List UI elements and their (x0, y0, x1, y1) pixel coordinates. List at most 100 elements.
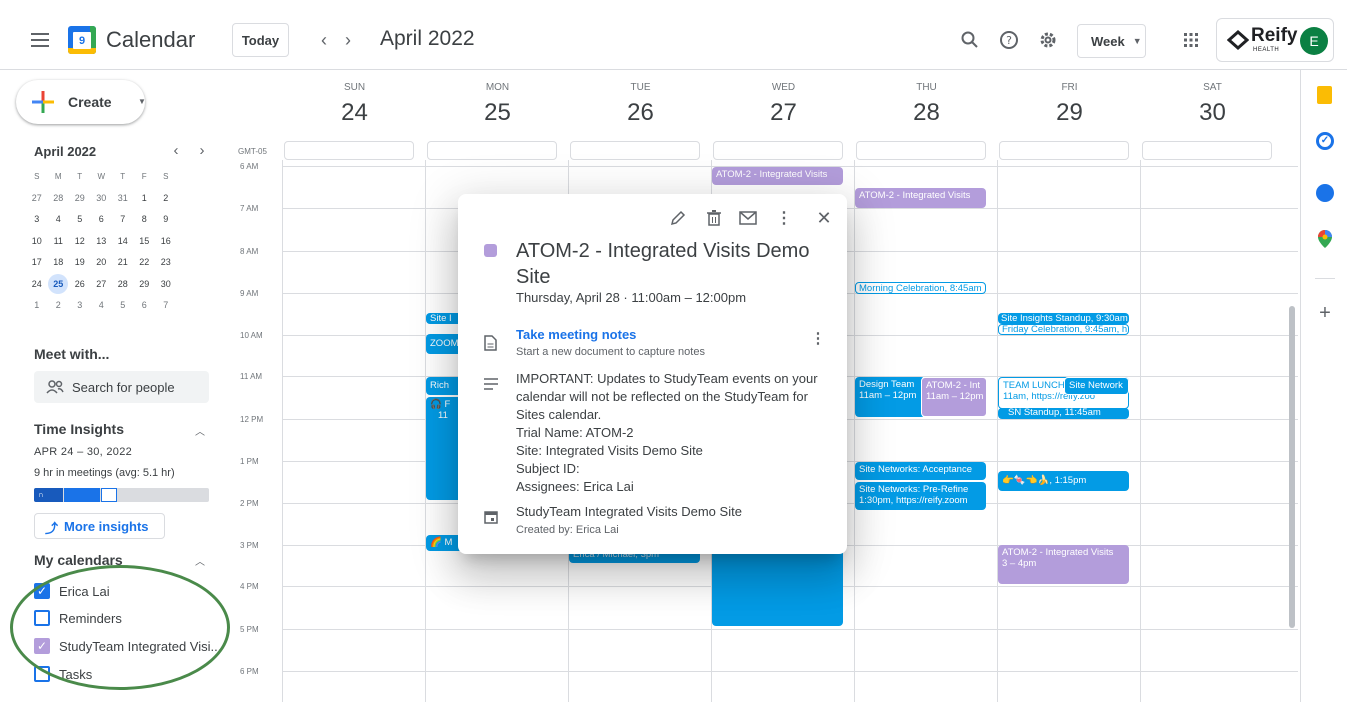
mini-day[interactable]: 9 (155, 209, 177, 231)
event-fri-emoji[interactable]: 👉🍬👈🍌, 1:15pm (998, 471, 1129, 491)
mini-day[interactable]: 11 (48, 231, 70, 253)
vertical-scrollbar[interactable] (1289, 306, 1295, 628)
create-button[interactable]: Create ▼ (16, 80, 146, 124)
mini-prev-icon[interactable]: ‹ (168, 142, 184, 159)
mini-day[interactable]: 5 (112, 295, 134, 317)
mini-day[interactable]: 18 (48, 252, 70, 274)
mini-day[interactable]: 20 (91, 252, 113, 274)
all-day-slot[interactable] (713, 141, 843, 160)
event-fri-site-network[interactable]: Site Network (1064, 377, 1129, 395)
day-header-wed[interactable]: WED 27 (712, 82, 855, 127)
mini-day[interactable]: 4 (91, 295, 113, 317)
main-menu-icon[interactable] (24, 24, 56, 56)
mini-day[interactable]: 23 (155, 252, 177, 274)
mini-day[interactable]: 1 (134, 188, 156, 210)
contacts-icon[interactable] (1316, 184, 1334, 202)
event-thu-acceptance[interactable]: Site Networks: Acceptance (855, 462, 986, 480)
all-day-slot[interactable] (427, 141, 557, 160)
event-thu-design-team[interactable]: Design Team 11am – 12pm (855, 377, 925, 417)
mini-day[interactable]: 29 (134, 274, 156, 296)
search-icon[interactable] (956, 26, 984, 54)
mini-day[interactable]: 3 (69, 295, 91, 317)
mini-day[interactable]: 14 (112, 231, 134, 253)
meeting-time-bar[interactable]: ∩ (34, 488, 209, 502)
day-header-tue[interactable]: TUE 26 (569, 82, 712, 127)
notes-more-icon[interactable]: ⋮ (806, 326, 830, 350)
more-insights-button[interactable]: ⤴ More insights (34, 513, 165, 539)
mini-next-icon[interactable]: › (194, 142, 210, 159)
mini-day[interactable]: 17 (26, 252, 48, 274)
mini-day[interactable]: 28 (112, 274, 134, 296)
account-avatar[interactable]: E (1300, 27, 1328, 55)
mini-day[interactable]: 19 (69, 252, 91, 274)
all-day-slot[interactable] (1142, 141, 1272, 160)
mini-day[interactable]: 28 (48, 188, 70, 210)
settings-gear-icon[interactable] (1034, 26, 1062, 54)
edit-pencil-icon[interactable] (664, 204, 692, 232)
day-header-fri[interactable]: FRI 29 (998, 82, 1141, 127)
mini-day[interactable]: 29 (69, 188, 91, 210)
day-header-mon[interactable]: MON 25 (426, 82, 569, 127)
mini-day[interactable]: 30 (91, 188, 113, 210)
mini-day[interactable]: 27 (26, 188, 48, 210)
mini-day[interactable]: 7 (155, 295, 177, 317)
take-notes-link[interactable]: Take meeting notes (516, 327, 636, 342)
help-icon[interactable]: ? (995, 26, 1023, 54)
close-icon[interactable]: ✕ (810, 204, 838, 232)
mini-day[interactable]: 31 (112, 188, 134, 210)
day-header-thu[interactable]: THU 28 (855, 82, 998, 127)
view-select[interactable]: Week ▼ (1077, 24, 1146, 58)
delete-trash-icon[interactable] (700, 204, 728, 232)
mini-day[interactable]: 1 (26, 295, 48, 317)
mini-day[interactable]: 7 (112, 209, 134, 231)
all-day-slot[interactable] (999, 141, 1129, 160)
keep-icon[interactable] (1317, 86, 1332, 104)
next-period-icon[interactable]: › (334, 26, 362, 54)
add-addon-icon[interactable]: + (1315, 303, 1335, 324)
mini-day[interactable]: 10 (26, 231, 48, 253)
mini-day[interactable]: 22 (134, 252, 156, 274)
mini-day[interactable]: 26 (69, 274, 91, 296)
mini-day-selected[interactable]: 25 (48, 273, 70, 296)
mini-day[interactable]: 30 (155, 274, 177, 296)
mini-day[interactable]: 21 (112, 252, 134, 274)
all-day-slot[interactable] (856, 141, 986, 160)
mini-day[interactable]: 27 (91, 274, 113, 296)
mini-day[interactable]: 15 (134, 231, 156, 253)
mini-day[interactable]: 5 (69, 209, 91, 231)
event-thu-prerefine[interactable]: Site Networks: Pre-Refine 1:30pm, https:… (855, 482, 986, 510)
email-guests-icon[interactable] (734, 204, 762, 232)
day-header-sun[interactable]: SUN 24 (283, 82, 426, 127)
mini-day[interactable]: 24 (26, 274, 48, 296)
event-thu-atom-2[interactable]: ATOM-2 - Int 11am – 12pm (921, 377, 987, 417)
mini-day[interactable]: 2 (48, 295, 70, 317)
all-day-slot[interactable] (570, 141, 700, 160)
event-fri-standup[interactable]: Site Insights Standup, 9:30am (998, 313, 1129, 324)
mini-day[interactable]: 6 (91, 209, 113, 231)
mini-day[interactable]: 3 (26, 209, 48, 231)
event-fri-atom[interactable]: ATOM-2 - Integrated Visits 3 – 4pm (998, 545, 1129, 584)
mini-day[interactable]: 13 (91, 231, 113, 253)
mini-day[interactable]: 2 (155, 188, 177, 210)
all-day-slot[interactable] (284, 141, 414, 160)
app-title[interactable]: Calendar (106, 27, 195, 53)
search-people-input[interactable]: Search for people (34, 371, 209, 403)
mini-day[interactable]: 8 (134, 209, 156, 231)
event-thu-atom[interactable]: ATOM-2 - Integrated Visits (855, 188, 986, 208)
event-wed-atom[interactable]: ATOM-2 - Integrated Visits (712, 167, 843, 185)
maps-pin-icon[interactable] (1318, 230, 1332, 248)
day-header-sat[interactable]: SAT 30 (1141, 82, 1284, 127)
chevron-up-icon[interactable]: ︿ (192, 422, 208, 438)
event-fri-celebration[interactable]: Friday Celebration, 9:45am, h (998, 324, 1129, 335)
chevron-up-icon[interactable]: ︿ (192, 552, 208, 568)
event-thu-morning-celebration[interactable]: Morning Celebration, 8:45am (855, 282, 986, 294)
mini-day[interactable]: 12 (69, 231, 91, 253)
mini-day[interactable]: 6 (134, 295, 156, 317)
mini-day[interactable]: 4 (48, 209, 70, 231)
today-button[interactable]: Today (232, 23, 289, 57)
tasks-icon[interactable]: ✓ (1316, 132, 1334, 150)
mini-day[interactable]: 16 (155, 231, 177, 253)
event-wed-block[interactable] (712, 545, 843, 626)
event-fri-sn-standup[interactable]: SN Standup, 11:45am (998, 408, 1129, 419)
apps-grid-icon[interactable] (1175, 24, 1207, 56)
